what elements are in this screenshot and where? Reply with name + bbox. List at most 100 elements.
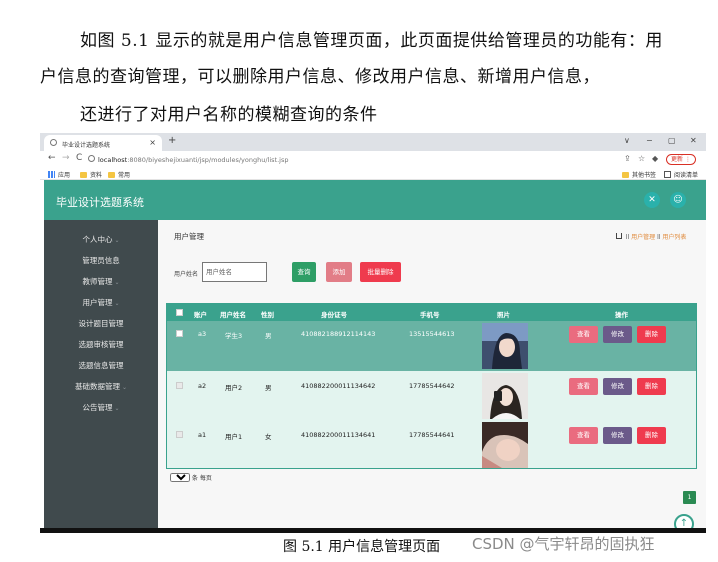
apps-grid-icon [48,171,55,178]
forward-icon[interactable]: → [62,153,70,163]
paragraph-line-2: 户信息的查询管理，可以删除用户信息、修改用户信息、新增用户信息， [40,67,600,87]
column-header: 照片 [497,311,510,319]
view-button[interactable]: 查看 [569,378,598,395]
new-tab-icon[interactable]: + [168,135,176,146]
row-checkbox[interactable] [176,382,183,389]
cell-name: 用户1 [225,433,243,441]
folder-icon [80,172,87,178]
cell-gender: 男 [265,332,272,340]
bookmark-reading-list[interactable]: 阅读清单 [664,170,698,179]
user-table: 账户 用户姓名 性别 身份证号 手机号 照片 操作 a3 学生3 男 41088… [166,303,697,469]
share-icon[interactable]: ⇪ [624,154,631,163]
app-header: 毕业设计选题系统 ✕ ☺ [44,180,706,220]
maximize-icon[interactable]: ▢ [668,136,676,145]
cell-gender: 女 [265,433,272,441]
edit-button[interactable]: 修改 [603,427,632,444]
url-field[interactable]: localhost:8080/biyeshejixuanti/jsp/modul… [88,153,608,166]
select-all-checkbox[interactable] [176,309,183,316]
cell-account: a1 [198,431,207,439]
chevron-down-icon: ⌄ [114,405,120,412]
user-photo [482,373,528,419]
embedded-screenshot: 毕业设计选题系统 × + ∨ − ▢ ✕ ← → C localhost:808… [40,133,706,531]
tab-search-icon[interactable]: ∨ [624,136,630,145]
window-close-icon[interactable]: ✕ [690,136,697,145]
batch-delete-button[interactable]: 批量删除 [360,262,401,282]
breadcrumb-item: 用户列表 [662,234,687,241]
delete-button[interactable]: 删除 [637,326,666,343]
sidebar-item-label: 选题信息管理 [78,361,124,370]
cell-id-card: 410882188912114143 [301,330,376,338]
update-button[interactable]: 更新 ⋮ [666,154,696,165]
table-row[interactable]: a2 用户2 男 410882200011134642 17785544642 … [167,371,696,421]
user-icon[interactable]: ☺ [670,192,686,208]
sidebar-item-selection-info[interactable]: 选题信息管理 [44,360,158,371]
sidebar: 个人中心 ⌄ 管理员信息 教师管理 ⌄ 用户管理 ⌄ 设计题目管理 选题审核管理 选题… [44,220,158,531]
fullscreen-icon[interactable]: ✕ [644,192,660,208]
page-size-select[interactable]: 10 [170,473,190,482]
page-title: 用户管理 [174,232,204,241]
add-button[interactable]: 添加 [326,262,352,282]
bookmark-label: 阅读清单 [674,172,699,179]
back-icon[interactable]: ← [48,153,56,163]
query-button[interactable]: 查询 [292,262,316,282]
row-checkbox[interactable] [176,431,183,438]
cell-phone: 13515544613 [409,330,455,338]
table-row[interactable]: a1 用户1 女 410882200011134641 17785544641 … [167,421,696,471]
url-host: localhost [98,156,128,164]
row-checkbox[interactable] [176,330,183,337]
tab-close-icon[interactable]: × [149,138,156,147]
favicon-icon [50,139,57,146]
sidebar-item-label: 选题审核管理 [78,340,124,349]
bookmark-star-icon[interactable]: ☆ [638,154,645,163]
minimize-icon[interactable]: − [646,136,653,145]
delete-button[interactable]: 删除 [637,427,666,444]
sidebar-item-label: 管理员信息 [82,256,120,265]
delete-button[interactable]: 删除 [637,378,666,395]
bookmark-changyong[interactable]: 常用 [108,170,130,179]
cell-account: a3 [198,330,207,338]
page-number-button[interactable]: 1 [683,491,696,504]
paragraph-line-3: 还进行了对用户名称的模糊查询的条件 [80,105,378,125]
browser-tab-bar: 毕业设计选题系统 × + ∨ − ▢ ✕ [40,133,706,151]
view-button[interactable]: 查看 [569,427,598,444]
sidebar-item-users[interactable]: 用户管理 ⌄ [44,297,158,308]
search-input[interactable] [202,262,267,282]
sidebar-item-personal-center[interactable]: 个人中心 ⌄ [44,234,158,245]
chevron-down-icon: ⌄ [114,279,120,286]
breadcrumb-item[interactable]: 用户管理 [631,234,655,241]
sidebar-item-label: 基础数据管理 [74,382,120,391]
sidebar-item-label: 用户管理 [82,298,113,307]
view-button[interactable]: 查看 [569,326,598,343]
sidebar-item-admin-info[interactable]: 管理员信息 [44,255,158,266]
sidebar-item-review[interactable]: 选题审核管理 [44,339,158,350]
sidebar-item-teachers[interactable]: 教师管理 ⌄ [44,276,158,287]
bookmark-label: 其他书签 [632,172,657,179]
edit-button[interactable]: 修改 [603,326,632,343]
bookmark-ziliao[interactable]: 资料 [80,170,102,179]
table-row[interactable]: a3 学生3 男 410882188912114143 13515544613 … [167,321,696,371]
home-icon[interactable] [616,233,622,239]
cell-id-card: 410882200011134641 [301,431,376,439]
cell-account: a2 [198,382,207,390]
browser-tab[interactable]: 毕业设计选题系统 × [44,135,162,151]
app-window: 毕业设计选题系统 ✕ ☺ 个人中心 ⌄ 管理员信息 教师管理 ⌄ 用户管理 ⌄ 设计题… [44,180,706,531]
app-title: 毕业设计选题系统 [56,196,144,209]
sidebar-item-announcements[interactable]: 公告管理 ⌄ [44,402,158,413]
column-header: 性别 [261,311,274,319]
main-content: 用户管理 ll 用户管理 ll 用户列表 用户姓名 查询 添加 批量删除 账户 … [158,220,706,531]
cell-id-card: 410882200011134642 [301,382,376,390]
bookmark-other[interactable]: 其他书签 [622,170,656,179]
folder-icon [622,172,629,178]
tab-title: 毕业设计选题系统 [62,142,111,149]
reload-icon[interactable]: C [76,153,82,163]
bookmark-apps[interactable]: 应用 [48,170,70,179]
column-header: 用户姓名 [220,311,246,319]
edit-button[interactable]: 修改 [603,378,632,395]
bookmark-label: 常用 [118,172,131,179]
cell-phone: 17785544641 [409,431,455,439]
sidebar-item-topics[interactable]: 设计题目管理 [44,318,158,329]
sidebar-item-basic-data[interactable]: 基础数据管理 ⌄ [44,381,158,392]
sidebar-item-label: 教师管理 [82,277,113,286]
column-header: 操作 [615,311,628,319]
extension-icon[interactable]: ◆ [652,154,658,163]
